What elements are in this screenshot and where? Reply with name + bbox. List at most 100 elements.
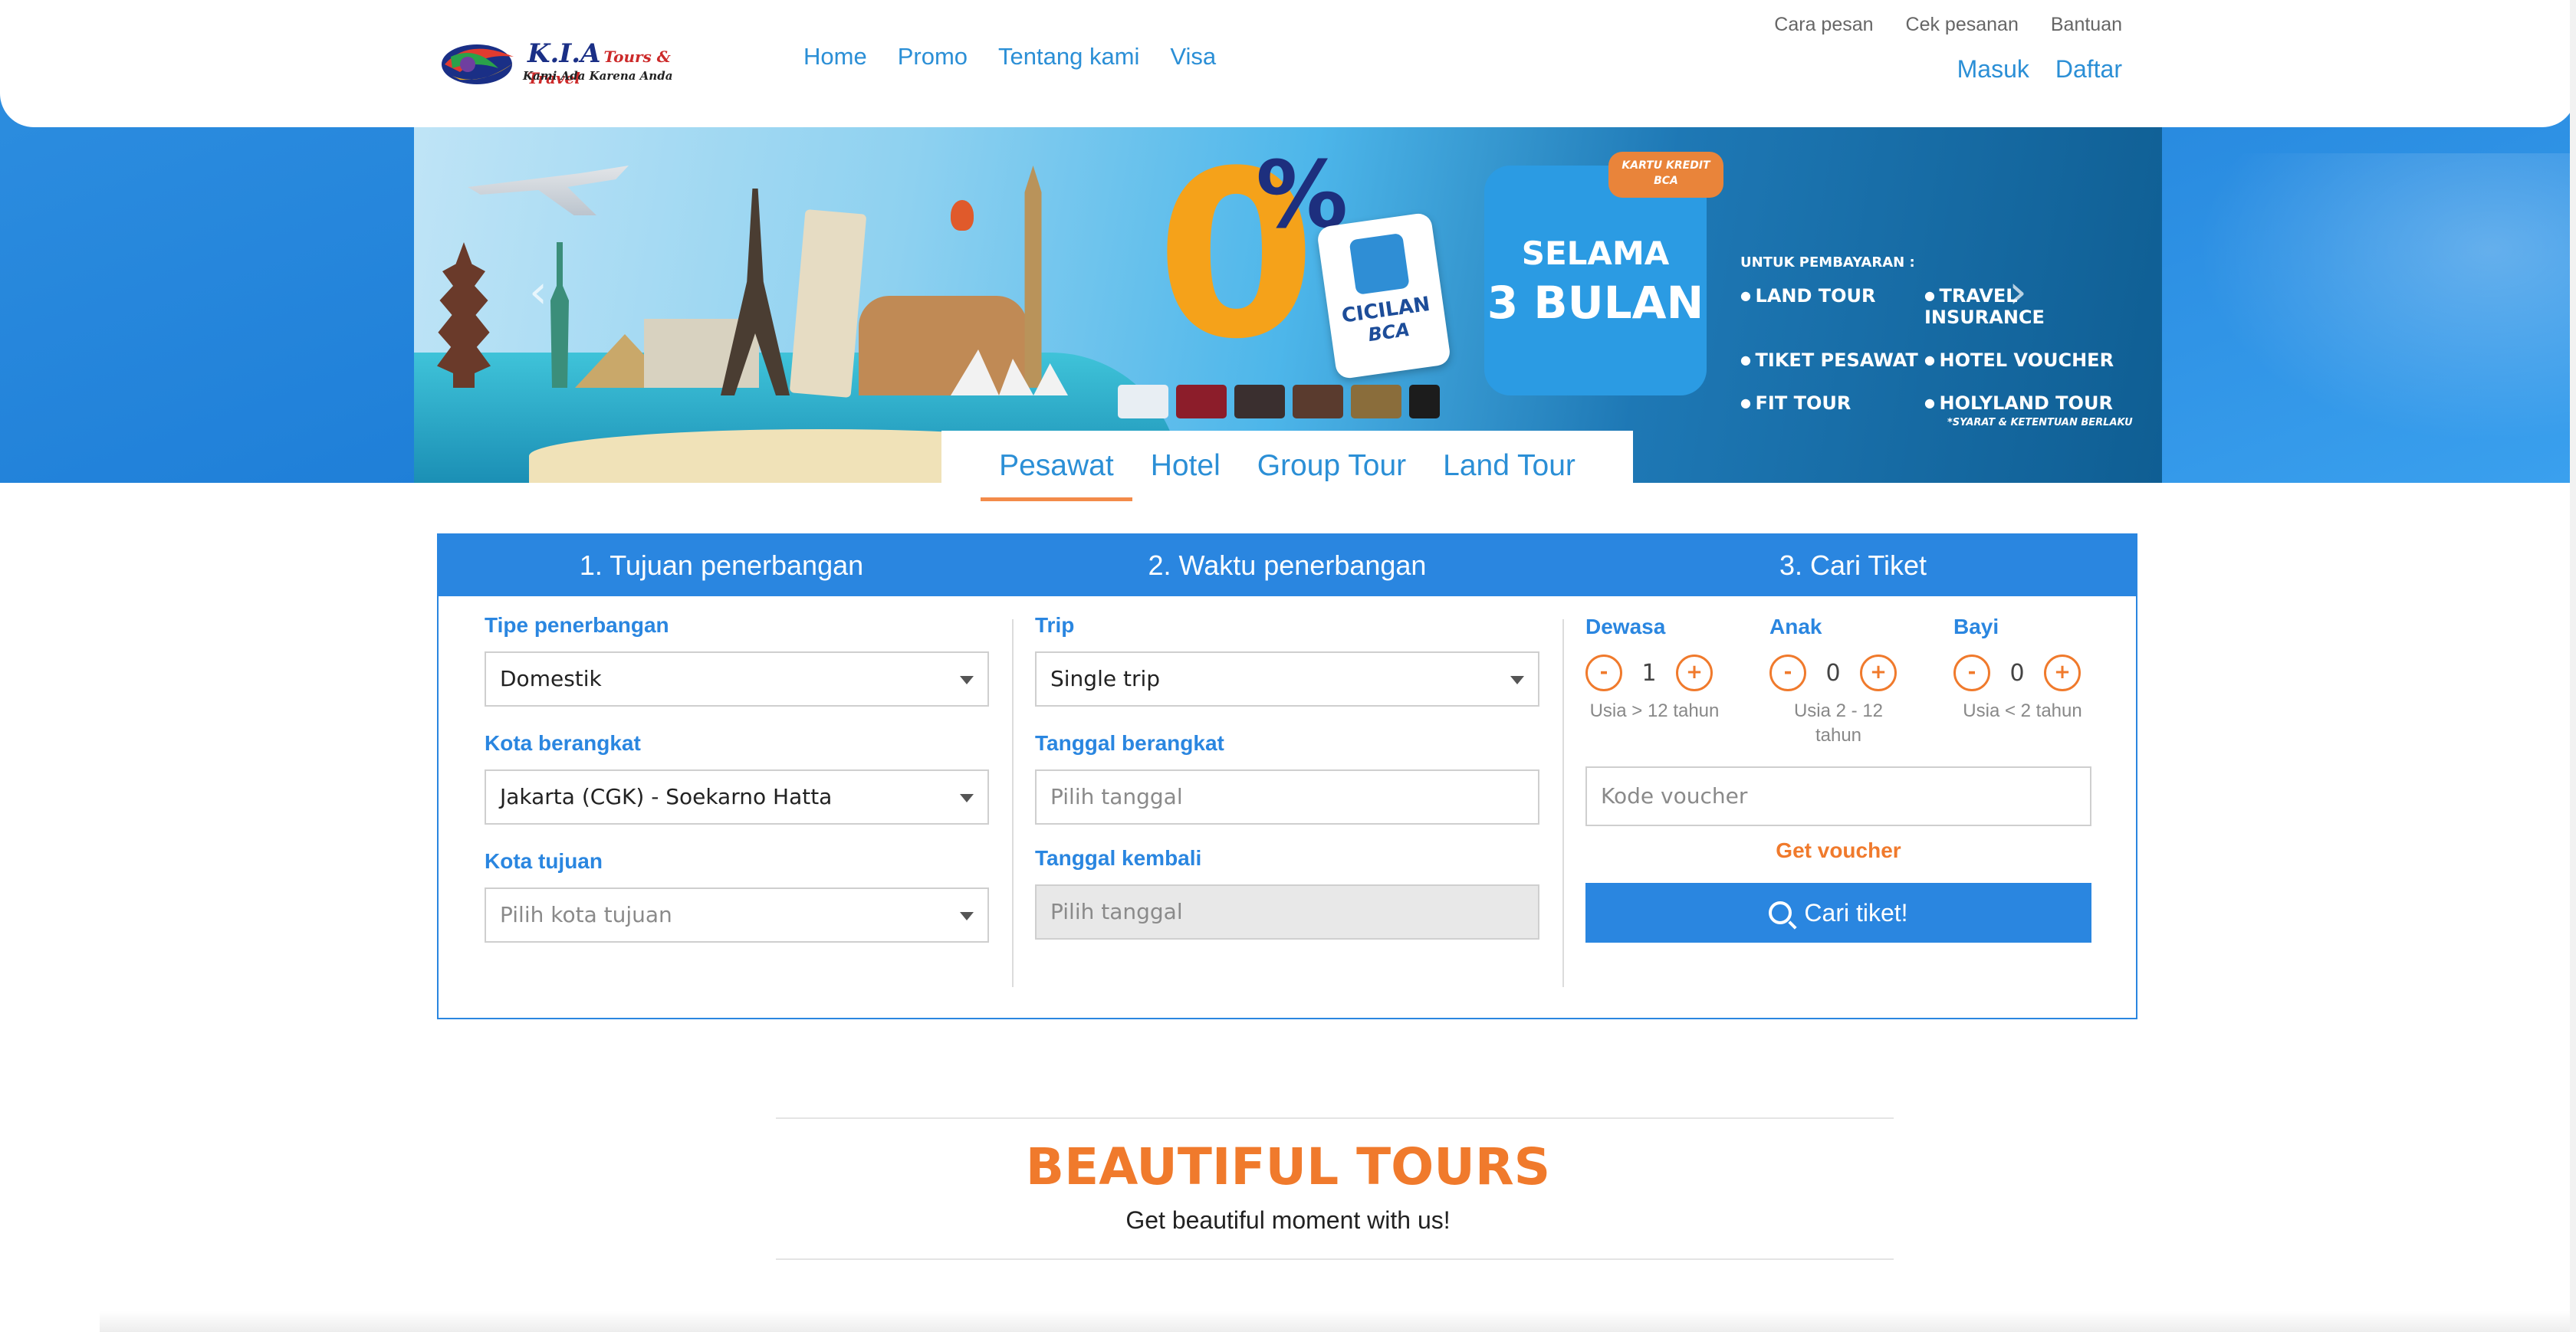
credit-card-icon	[1351, 385, 1401, 418]
nav-tentang-kami[interactable]: Tentang kami	[998, 43, 1139, 71]
tipe-penerbangan-label: Tipe penerbangan	[485, 613, 669, 637]
pagoda-image	[437, 242, 491, 388]
tours-subtitle: Get beautiful moment with us!	[1125, 1206, 1451, 1234]
terms-footnote: *SYARAT & KETENTUAN BERLAKU	[1947, 417, 2133, 428]
shopping-bag-icon	[1349, 232, 1410, 295]
search-icon	[1769, 901, 1792, 924]
dewasa-label: Dewasa	[1585, 615, 1666, 638]
nav-home[interactable]: Home	[803, 43, 867, 71]
payment-item: FIT TOUR	[1740, 392, 1924, 414]
bayi-stepper: - 0 +	[1953, 655, 2122, 691]
tab-pesawat[interactable]: Pesawat	[981, 431, 1132, 501]
kartu-bca-text: BCA	[1654, 175, 1678, 187]
ticket-column: Dewasa - 1 + Usia > 12 tahun Anak - 0 + …	[1585, 596, 2091, 1021]
tipe-penerbangan-select[interactable]: Domestik	[485, 651, 989, 707]
bayi-count: 0	[2009, 659, 2025, 687]
main-nav: Home Promo Tentang kami Visa	[803, 43, 1216, 71]
kartu-kredit-badge: KARTU KREDIT BCA	[1608, 152, 1723, 198]
nav-promo[interactable]: Promo	[898, 43, 968, 71]
bayi-age-note: Usia < 2 tahun	[1963, 700, 2082, 721]
payment-items-list: LAND TOUR TRAVEL INSURANCE TIKET PESAWAT…	[1740, 285, 2124, 414]
trip-value: Single trip	[1050, 666, 1161, 691]
payment-item: HOLYLAND TOUR	[1924, 392, 2124, 414]
promo-banner[interactable]: 0 % CICILAN BCA SELAMA 3 BULAN KARTU KRE…	[414, 127, 2162, 483]
selama-text: SELAMA	[1521, 235, 1670, 272]
dropdown-caret-icon	[960, 676, 974, 684]
nav-cara-pesan[interactable]: Cara pesan	[1774, 14, 1873, 36]
destination-column: Tipe penerbangan Domestik Kota berangkat…	[485, 596, 989, 1021]
tanggal-berangkat-input[interactable]: Pilih tanggal	[1035, 769, 1539, 825]
scrollbar[interactable]	[2570, 0, 2576, 1332]
register-link[interactable]: Daftar	[2055, 55, 2122, 84]
nav-bantuan[interactable]: Bantuan	[2051, 14, 2122, 36]
hot-air-balloon-image	[951, 200, 974, 231]
anak-label: Anak	[1769, 615, 1822, 638]
kartu-kredit-text: KARTU KREDIT	[1622, 159, 1710, 172]
section-divider	[776, 1258, 1894, 1260]
dropdown-caret-icon	[1510, 676, 1524, 684]
site-header: K.I.A Tours & Travel Kami Ada Karena Anda…	[0, 0, 2576, 127]
payment-item: HOTEL VOUCHER	[1924, 349, 2124, 371]
untuk-pembayaran-text: UNTUK PEMBAYARAN :	[1740, 254, 1915, 271]
kota-tujuan-label: Kota tujuan	[485, 849, 603, 873]
tanggal-kembali-label: Tanggal kembali	[1035, 846, 1202, 870]
column-divider	[1012, 619, 1014, 987]
kota-berangkat-select[interactable]: Jakarta (CGK) - Soekarno Hatta	[485, 769, 989, 825]
kota-tujuan-select[interactable]: Pilih kota tujuan	[485, 887, 989, 943]
step-tujuan: 1. Tujuan penerbangan	[579, 550, 864, 581]
dewasa-plus-button[interactable]: +	[1676, 655, 1713, 691]
nav-cek-pesanan[interactable]: Cek pesanan	[1906, 14, 2019, 36]
three-months-text: 3 BULAN	[1487, 277, 1704, 329]
nav-visa[interactable]: Visa	[1170, 43, 1216, 71]
carousel-prev-icon[interactable]: ‹	[529, 265, 547, 319]
dewasa-stepper: - 1 +	[1585, 655, 1754, 691]
get-voucher-link[interactable]: Get voucher	[1585, 838, 2091, 863]
voucher-input[interactable]: Kode voucher	[1585, 766, 2091, 826]
pax-anak: Anak - 0 + Usia 2 - 12 tahun	[1769, 615, 1938, 748]
step-waktu: 2. Waktu penerbangan	[1148, 550, 1427, 581]
bayi-minus-button[interactable]: -	[1953, 655, 1990, 691]
time-column: Trip Single trip Tanggal berangkat Pilih…	[1035, 596, 1539, 1021]
payment-item: LAND TOUR	[1740, 285, 1924, 328]
tab-hotel[interactable]: Hotel	[1132, 431, 1239, 501]
airplane-image	[468, 166, 629, 215]
dropdown-caret-icon	[960, 912, 974, 920]
tab-land-tour[interactable]: Land Tour	[1424, 431, 1594, 501]
credit-card-icon	[1234, 385, 1285, 418]
credit-card-icon	[1176, 385, 1227, 418]
pax-bayi: Bayi - 0 + Usia < 2 tahun	[1953, 615, 2122, 723]
tanggal-kembali-input: Pilih tanggal	[1035, 884, 1539, 940]
bayi-plus-button[interactable]: +	[2044, 655, 2081, 691]
bayi-label: Bayi	[1953, 615, 1999, 638]
cicilan-bca-badge: CICILAN BCA	[1316, 212, 1452, 380]
search-steps: 1. Tujuan penerbangan 2. Waktu penerbang…	[439, 535, 2136, 596]
search-ticket-button[interactable]: Cari tiket!	[1585, 883, 2091, 943]
dropdown-caret-icon	[960, 794, 974, 802]
credit-card-icon	[1118, 385, 1168, 418]
logo-tagline: Kami Ada Karena Anda	[523, 69, 673, 83]
section-divider	[776, 1117, 1894, 1119]
globe-logo-icon	[442, 44, 514, 84]
anak-minus-button[interactable]: -	[1769, 655, 1806, 691]
credit-card-icon	[1409, 385, 1440, 418]
kota-berangkat-value: Jakarta (CGK) - Soekarno Hatta	[500, 784, 833, 809]
anak-plus-button[interactable]: +	[1860, 655, 1897, 691]
kota-tujuan-placeholder: Pilih kota tujuan	[500, 902, 672, 927]
carousel-next-icon[interactable]: ›	[2009, 265, 2027, 319]
utility-nav: Cara pesan Cek pesanan Bantuan	[1774, 14, 2122, 36]
credit-cards-strip	[1118, 385, 1440, 418]
login-link[interactable]: Masuk	[1957, 55, 2029, 84]
anak-count: 0	[1825, 659, 1841, 687]
search-ticket-label: Cari tiket!	[1804, 899, 1908, 927]
trip-select[interactable]: Single trip	[1035, 651, 1539, 707]
kia-logo[interactable]: K.I.A Tours & Travel Kami Ada Karena Anda	[437, 34, 728, 92]
anak-age-note: Usia 2 - 12 tahun	[1793, 700, 1884, 746]
kota-berangkat-label: Kota berangkat	[485, 731, 641, 755]
tipe-penerbangan-value: Domestik	[500, 666, 602, 691]
dewasa-age-note: Usia > 12 tahun	[1589, 700, 1720, 721]
tab-group-tour[interactable]: Group Tour	[1239, 431, 1424, 501]
dewasa-minus-button[interactable]: -	[1585, 655, 1622, 691]
anak-stepper: - 0 +	[1769, 655, 1938, 691]
flight-search-panel: 1. Tujuan penerbangan 2. Waktu penerbang…	[437, 533, 2137, 1019]
colosseum-image	[859, 296, 1027, 395]
